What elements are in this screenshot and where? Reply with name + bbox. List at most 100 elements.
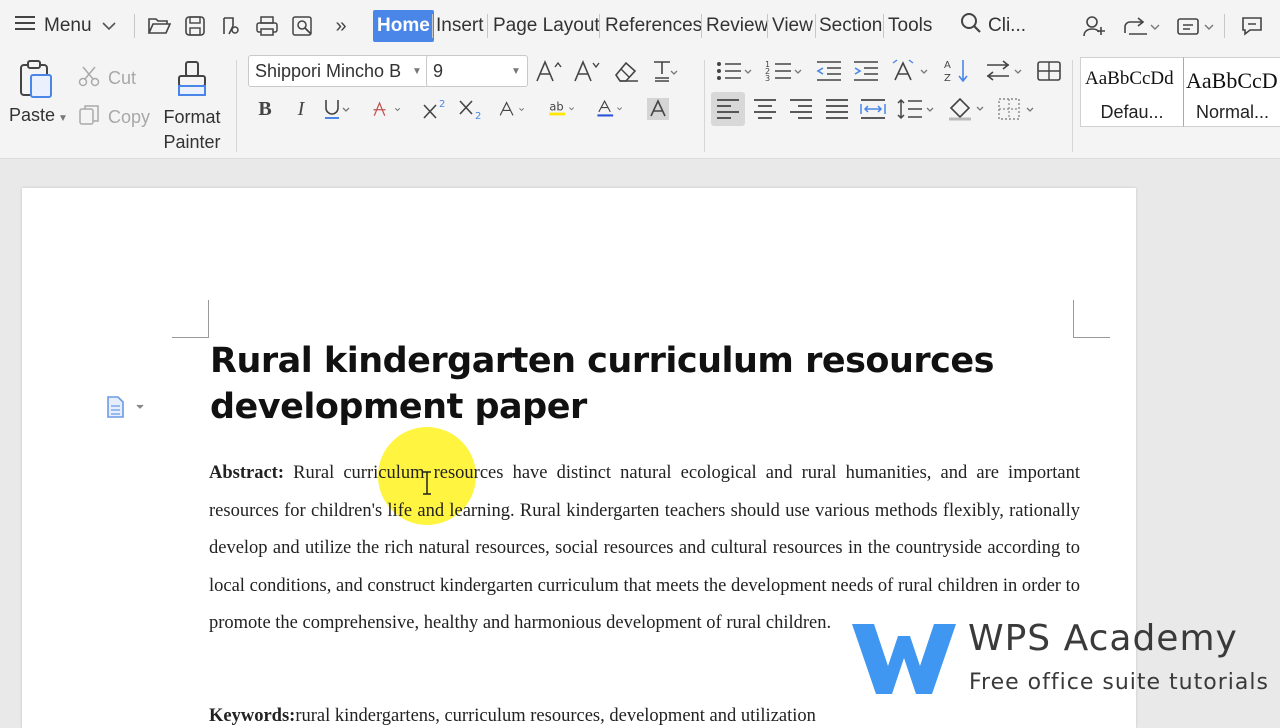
scissors-icon xyxy=(78,65,100,92)
text-outline-icon[interactable] xyxy=(498,94,528,124)
tab-section[interactable]: Section xyxy=(819,10,882,42)
shading-icon[interactable] xyxy=(946,94,988,124)
text-cursor-icon xyxy=(420,470,434,496)
font-name-caret-icon: ▼ xyxy=(412,65,422,77)
justify-icon[interactable] xyxy=(822,94,852,124)
svg-text:A: A xyxy=(944,60,951,71)
keywords-paragraph[interactable]: Keywords:rural kindergartens, curriculum… xyxy=(209,704,1080,728)
print-icon[interactable] xyxy=(254,13,280,39)
subscript-icon[interactable]: 2 xyxy=(456,94,486,124)
style-default-sample: AaBbCcDd xyxy=(1085,68,1174,89)
export-icon[interactable] xyxy=(218,13,244,39)
decrease-indent-icon[interactable] xyxy=(814,56,844,86)
keywords-text: rural kindergartens, curriculum resource… xyxy=(295,706,816,726)
copy-label: Copy xyxy=(108,107,151,127)
tab-insert[interactable]: Insert xyxy=(436,10,484,42)
abstract-text: Rural curriculum resources have distinct… xyxy=(209,463,1080,633)
svg-text:2: 2 xyxy=(439,99,445,110)
save-icon[interactable] xyxy=(182,13,208,39)
menu-label: Menu xyxy=(44,15,92,36)
paste-button[interactable]: Paste ▼ xyxy=(9,105,68,126)
tab-references[interactable]: References xyxy=(605,10,702,42)
tab-tools[interactable]: Tools xyxy=(888,10,932,42)
clear-format-icon[interactable] xyxy=(611,56,641,86)
align-right-icon[interactable] xyxy=(786,94,816,124)
align-center-icon[interactable] xyxy=(750,94,780,124)
numbering-icon[interactable]: 123 xyxy=(764,56,806,86)
search-box[interactable]: Cli... xyxy=(960,12,1026,40)
distribute-icon[interactable] xyxy=(858,94,888,124)
more-chevron-icon[interactable]: » xyxy=(330,13,352,39)
tab-home[interactable]: Home xyxy=(373,10,434,42)
font-color-icon[interactable] xyxy=(596,94,626,124)
strikethrough-icon[interactable] xyxy=(372,94,402,124)
share-icon[interactable] xyxy=(1120,13,1162,39)
watermark-brand: WPS Academy xyxy=(968,618,1238,659)
paste-icon[interactable] xyxy=(14,58,58,100)
comment-icon[interactable] xyxy=(1238,13,1266,39)
hamburger-icon xyxy=(14,14,36,38)
search-icon xyxy=(960,12,982,40)
style-normal-sample: AaBbCcD xyxy=(1186,68,1278,93)
style-normal-name: Normal... xyxy=(1196,102,1270,122)
svg-text:ab: ab xyxy=(549,99,563,113)
copy-button[interactable]: Copy xyxy=(78,104,150,131)
borders-icon[interactable] xyxy=(996,94,1038,124)
document-title[interactable]: Rural kindergarten curriculum resources … xyxy=(210,338,1090,430)
highlight-color-icon[interactable]: ab xyxy=(548,94,578,124)
tab-review[interactable]: Review xyxy=(706,10,768,42)
crop-mark xyxy=(208,300,209,338)
open-folder-icon[interactable] xyxy=(146,13,172,39)
cut-label: Cut xyxy=(108,68,137,88)
svg-text:2: 2 xyxy=(475,111,481,121)
increase-indent-icon[interactable] xyxy=(851,56,881,86)
font-size-select[interactable]: 9 ▼ xyxy=(426,55,528,87)
format-painter-label-2: Painter xyxy=(163,132,221,152)
line-spacing-icon[interactable] xyxy=(896,94,938,124)
text-effects-icon[interactable] xyxy=(650,56,680,86)
top-menu-bar: Menu » Home Insert Page Layout Reference… xyxy=(0,0,1280,52)
wps-logo-icon xyxy=(852,624,956,694)
font-size-value: 9 xyxy=(433,60,444,81)
table-layout-icon[interactable] xyxy=(1034,56,1064,86)
font-name-value: Shippori Mincho B xyxy=(255,60,402,81)
ribbon-home: Paste ▼ Cut Copy Format Painter Shippori … xyxy=(0,52,1280,159)
font-name-select[interactable]: Shippori Mincho B ▼ xyxy=(248,55,430,87)
style-default-name: Defau... xyxy=(1100,102,1164,122)
svg-text:3: 3 xyxy=(765,74,770,83)
svg-text:Z: Z xyxy=(944,73,951,84)
character-shading-icon[interactable] xyxy=(643,94,673,124)
wps-academy-watermark: WPS Academy Free office suite tutorials xyxy=(848,614,1268,704)
format-painter-button[interactable]: Format Painter xyxy=(162,105,222,155)
increase-font-icon[interactable] xyxy=(534,56,564,86)
align-left-icon[interactable] xyxy=(711,92,745,126)
bold-icon[interactable]: B xyxy=(250,94,280,124)
cut-button[interactable]: Cut xyxy=(78,65,136,92)
print-preview-icon[interactable] xyxy=(290,13,316,39)
copy-icon xyxy=(78,104,100,131)
bullets-icon[interactable] xyxy=(714,56,756,86)
tab-view[interactable]: View xyxy=(772,10,813,42)
format-painter-icon[interactable] xyxy=(172,58,212,100)
paragraph-handle-icon[interactable] xyxy=(104,395,148,419)
line-spacing-arrows-icon[interactable] xyxy=(984,56,1026,86)
menu-button[interactable]: Menu xyxy=(14,12,116,40)
abstract-label: Abstract: xyxy=(209,463,285,483)
font-size-caret-icon: ▼ xyxy=(511,65,521,77)
underline-icon[interactable] xyxy=(322,94,352,124)
decrease-font-icon[interactable] xyxy=(572,56,602,86)
tab-page-layout[interactable]: Page Layout xyxy=(493,10,600,42)
text-direction-icon[interactable] xyxy=(890,56,932,86)
italic-icon[interactable]: I xyxy=(286,94,316,124)
task-icon[interactable] xyxy=(1174,13,1216,39)
superscript-icon[interactable]: 2 xyxy=(420,94,450,124)
keywords-label: Keywords: xyxy=(209,706,296,726)
style-normal[interactable]: AaBbCcD Normal... xyxy=(1183,57,1280,127)
sort-icon[interactable]: AZ xyxy=(942,56,972,86)
crop-mark xyxy=(172,337,209,338)
style-default[interactable]: AaBbCcDd Defau... xyxy=(1080,57,1184,127)
format-painter-label-1: Format xyxy=(163,107,221,127)
collaborate-icon[interactable] xyxy=(1080,13,1108,39)
crop-mark xyxy=(1073,300,1074,338)
chevron-down-icon xyxy=(101,15,116,37)
